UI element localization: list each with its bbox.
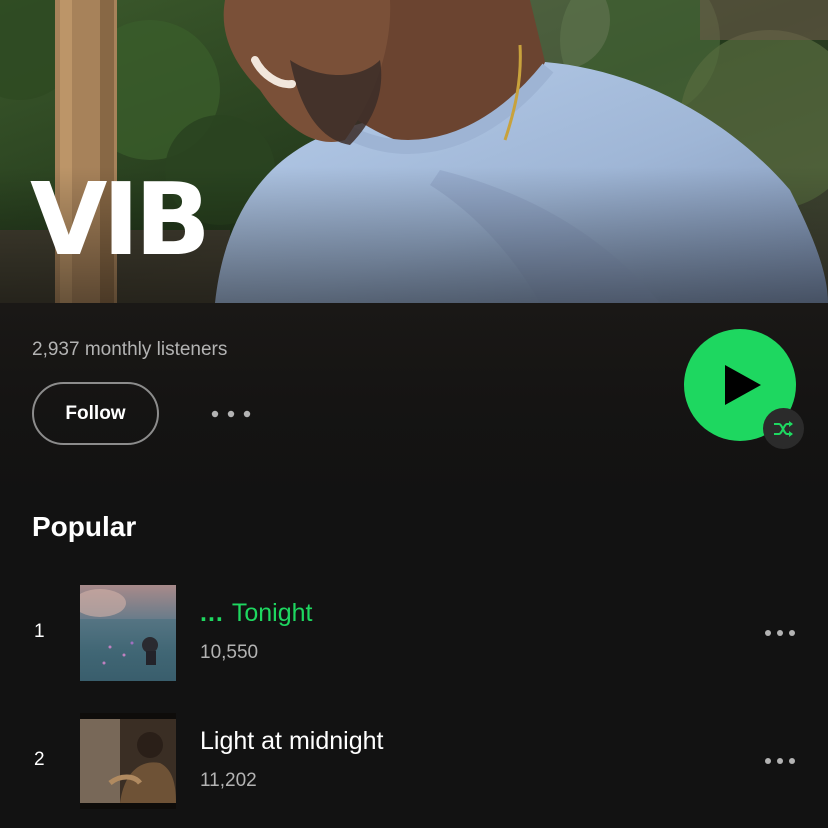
monthly-listeners: 2,937 monthly listeners [32,339,228,360]
track-row[interactable]: 1 ... Tonight 10,550 [0,585,828,681]
more-horizontal-icon [765,630,795,636]
track-rank: 2 [34,749,45,770]
popular-heading: Popular [32,511,137,542]
track-title: ... Tonight [200,599,312,628]
track-cover-art [80,713,176,809]
track-more-button[interactable] [756,617,804,649]
shuffle-button[interactable] [763,408,804,449]
artist-name: VIB [30,161,211,278]
track-title-text: Tonight [231,599,313,627]
track-row[interactable]: 2 Light at midnight 11,202 [0,713,828,809]
artist-hero-image: VIB [0,0,828,303]
track-cover-art [80,585,176,681]
more-horizontal-icon [211,410,251,418]
artist-page: VIB 2,937 monthly listeners Follow Popul… [0,0,828,828]
now-playing-icon: ... [200,599,224,627]
more-horizontal-icon [765,758,795,764]
track-play-count: 10,550 [200,642,259,663]
follow-button[interactable]: Follow [32,382,159,445]
track-play-count: 11,202 [200,770,257,791]
more-options-button[interactable] [204,398,258,430]
track-title: Light at midnight [200,727,384,755]
shuffle-icon [773,420,793,437]
play-icon [725,365,761,405]
track-more-button[interactable] [756,745,804,777]
track-rank: 1 [34,621,45,642]
